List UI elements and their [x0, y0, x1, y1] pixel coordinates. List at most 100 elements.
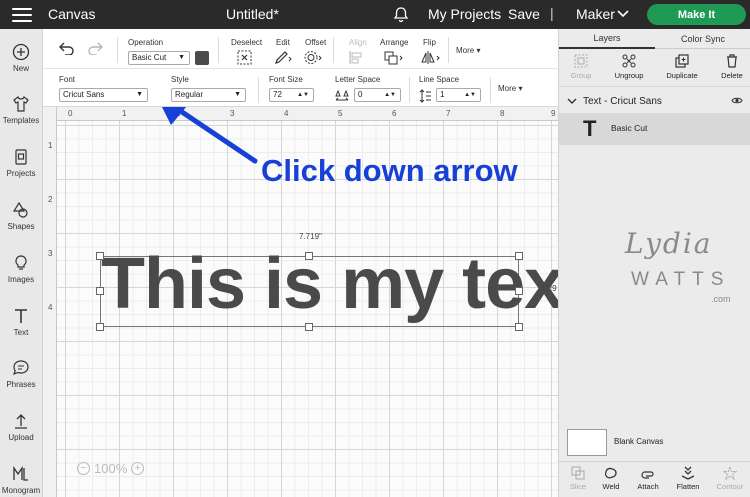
align-label: Align	[349, 38, 367, 47]
style-value: Regular	[175, 90, 204, 99]
flip-icon[interactable]	[420, 50, 442, 65]
sidebar-item-label: Templates	[2, 116, 40, 125]
shirt-icon	[13, 96, 29, 112]
weld-label: Weld	[602, 482, 620, 491]
lightbulb-icon	[15, 255, 27, 270]
duplicate-button[interactable]: Duplicate	[660, 49, 704, 85]
attach-label: Attach	[637, 482, 659, 491]
edit-toolbar: Operation Basic Cut ▼ Deselect Edit Offse…	[43, 29, 558, 69]
resize-handle[interactable]	[515, 252, 523, 260]
line-space-input[interactable]: 1 ▲▼	[436, 88, 481, 102]
resize-handle[interactable]	[96, 252, 104, 260]
deselect-label: Deselect	[231, 38, 263, 47]
resize-handle[interactable]	[305, 252, 313, 260]
resize-handle[interactable]	[515, 287, 523, 295]
make-it-button[interactable]: Make It	[647, 4, 746, 25]
duplicate-label: Duplicate	[666, 71, 698, 80]
align-icon[interactable]	[348, 50, 370, 65]
design-canvas[interactable]: 0 1 2 3 4 5 6 7 8 9 1 2 3 4 Click down a…	[43, 107, 558, 497]
tab-layers[interactable]: Layers	[559, 29, 655, 49]
zoom-in-button[interactable]: +	[131, 462, 145, 475]
shapes-icon	[12, 201, 28, 218]
font-size-input[interactable]: 72 ▲▼	[269, 88, 314, 102]
resize-handle[interactable]	[305, 323, 313, 331]
document-name[interactable]: Untitled*	[226, 6, 279, 22]
sidebar-item-shapes[interactable]: Shapes	[0, 197, 42, 247]
ruler-tick-label: 3	[230, 109, 235, 118]
group-label: Group	[570, 71, 592, 80]
flip-label: Flip	[423, 38, 436, 47]
ruler-tick-label: 2	[48, 195, 53, 204]
operation-select[interactable]: Basic Cut ▼	[128, 51, 190, 65]
undo-icon[interactable]	[59, 41, 75, 55]
more-button[interactable]: More ▾	[498, 84, 522, 93]
bell-icon[interactable]	[393, 6, 409, 23]
layer-row[interactable]: Text - Cricut Sans	[559, 90, 750, 112]
flatten-label: Flatten	[676, 482, 700, 491]
resize-handle[interactable]	[515, 323, 523, 331]
machine-select[interactable]: Maker	[576, 6, 615, 22]
style-label: Style	[171, 75, 189, 84]
more-label: More	[498, 84, 517, 93]
upload-icon	[15, 414, 27, 429]
resize-handle[interactable]	[96, 287, 104, 295]
blank-canvas-thumbnail[interactable]	[567, 429, 607, 456]
stepper-icon[interactable]: ▲▼	[464, 89, 476, 101]
weld-button[interactable]: Weld	[592, 462, 630, 496]
resize-handle[interactable]	[96, 323, 104, 331]
eye-icon[interactable]	[731, 96, 743, 105]
zoom-out-button[interactable]: −	[77, 462, 90, 475]
dropdown-arrow-icon: ▼	[178, 54, 185, 61]
chevron-down-icon[interactable]	[617, 9, 629, 19]
flatten-button[interactable]: Flatten	[669, 462, 707, 496]
sidebar-item-templates[interactable]: Templates	[0, 91, 42, 141]
letter-space-input[interactable]: 0 ▲▼	[354, 88, 401, 102]
contour-icon	[723, 466, 737, 480]
contour-button[interactable]: Contour	[711, 462, 749, 496]
color-swatch[interactable]	[195, 51, 209, 65]
ungroup-button[interactable]: Ungroup	[607, 49, 651, 85]
text-object[interactable]: This is my text	[101, 248, 558, 320]
delete-button[interactable]: Delete	[710, 49, 750, 85]
arrange-label: Arrange	[380, 38, 409, 47]
ruler-tick-label: 0	[68, 109, 73, 118]
slice-icon	[571, 466, 585, 480]
group-button[interactable]: Group	[559, 49, 603, 85]
top-header: Canvas Untitled* My Projects Save | Make…	[0, 0, 750, 29]
offset-icon[interactable]	[303, 50, 325, 65]
stepper-icon[interactable]: ▲▼	[297, 89, 309, 101]
toolbar-divider	[117, 37, 118, 63]
watermark-script: Lydia	[625, 227, 713, 260]
hamburger-icon[interactable]	[12, 7, 32, 22]
sidebar-item-upload[interactable]: Upload	[0, 408, 42, 458]
deselect-icon[interactable]	[236, 50, 258, 65]
sidebar-item-phrases[interactable]: Phrases	[0, 355, 42, 405]
tab-color-sync[interactable]: Color Sync	[655, 29, 750, 49]
redo-icon[interactable]	[87, 41, 103, 55]
my-projects-link[interactable]: My Projects	[428, 6, 501, 22]
attach-button[interactable]: Attach	[629, 462, 667, 496]
sidebar-item-monogram[interactable]: Monogram	[0, 461, 42, 497]
toolbar-divider	[218, 37, 219, 63]
font-select[interactable]: Cricut Sans ▼	[59, 88, 148, 102]
line-space-label: Line Space	[419, 75, 460, 84]
stepper-icon[interactable]: ▲▼	[384, 89, 396, 101]
sidebar-item-label: Phrases	[6, 380, 36, 389]
dropdown-arrow-icon[interactable]: ▼	[136, 89, 143, 101]
sidebar-item-images[interactable]: Images	[0, 250, 42, 300]
sidebar-item-label: Text	[13, 328, 29, 337]
sidebar-item-new[interactable]: New	[0, 39, 42, 89]
sidebar-item-text[interactable]: Text	[0, 303, 42, 353]
ungroup-label: Ungroup	[614, 71, 644, 80]
style-select[interactable]: Regular ▼	[171, 88, 246, 102]
more-button[interactable]: More ▾	[456, 46, 480, 55]
arrange-icon[interactable]	[383, 50, 405, 65]
layer-subitem[interactable]: T Basic Cut	[559, 113, 750, 145]
sidebar-item-label: Images	[7, 275, 35, 284]
edit-pen-icon[interactable]	[273, 50, 295, 65]
chevron-down-icon[interactable]	[567, 97, 577, 105]
save-button[interactable]: Save	[508, 6, 540, 22]
ruler-tick-label: 8	[500, 109, 505, 118]
contour-label: Contour	[716, 482, 744, 491]
sidebar-item-projects[interactable]: Projects	[0, 144, 42, 194]
